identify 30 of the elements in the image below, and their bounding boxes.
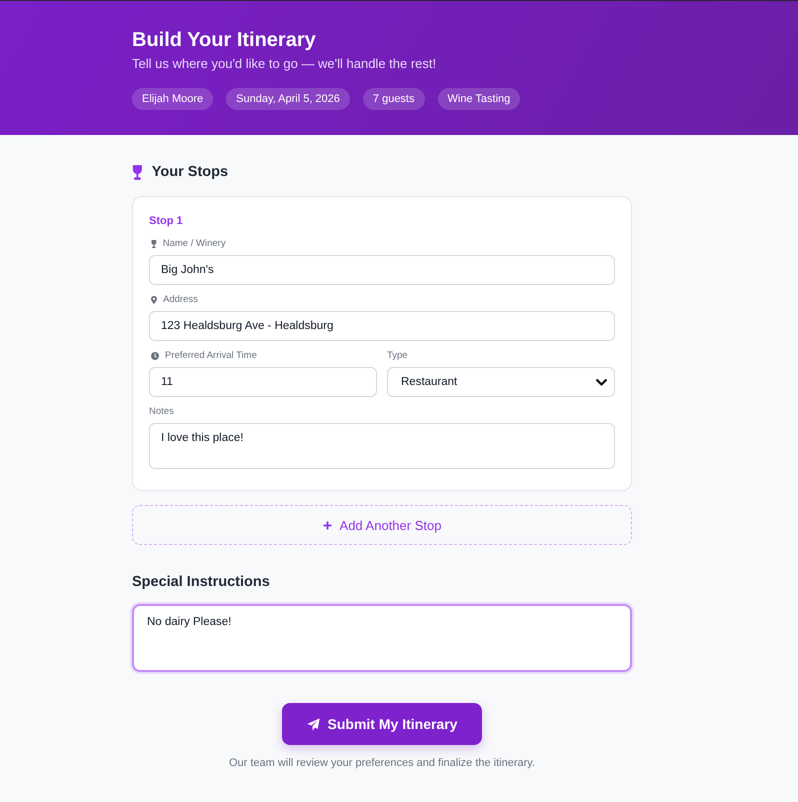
name-input[interactable]: Big John's — [149, 255, 615, 285]
add-stop-button[interactable]: Add Another Stop — [132, 505, 632, 545]
section-heading: Your Stops — [152, 163, 228, 182]
chevron-down-icon — [596, 378, 607, 386]
field-label: Notes — [149, 405, 174, 419]
page-subtitle: Tell us where you'd like to go — we'll handle the rest! — [132, 55, 438, 73]
info-chip: Wine Tasting — [438, 88, 520, 110]
stop-heading: Stop 1 — [149, 214, 184, 229]
paper-plane-icon — [306, 718, 320, 730]
submit-button[interactable]: Submit My Itinerary — [282, 703, 482, 745]
section-heading: Special Instructions — [132, 573, 271, 592]
info-chip: Elijah Moore — [132, 88, 214, 110]
info-chip: Sunday, April 5, 2026 — [226, 88, 350, 110]
type-select[interactable]: Restaurant — [387, 367, 615, 397]
wine-glass-icon — [151, 240, 157, 248]
notes-textarea[interactable]: I love this place! — [149, 423, 615, 469]
info-chip: 7 guests — [362, 88, 424, 110]
footer-note: Our team will review your preferences and finalize the itinerary. — [228, 756, 536, 771]
clock-icon — [151, 352, 159, 360]
field-label: Type — [387, 349, 408, 363]
page-title: Build Your Itinerary — [132, 28, 317, 52]
wine-glass-icon — [132, 164, 143, 180]
address-input[interactable]: 123 Healdsburg Ave - Healdsburg — [149, 311, 615, 341]
special-instructions-textarea[interactable]: No dairy Please! — [132, 604, 632, 672]
plus-icon — [322, 520, 332, 530]
field-label: Name / Winery — [162, 237, 226, 251]
field-label: Address — [163, 293, 198, 307]
field-label: Preferred Arrival Time — [165, 349, 257, 363]
arrival-time-input[interactable]: 11 — [149, 367, 377, 397]
map-pin-icon — [151, 296, 157, 304]
